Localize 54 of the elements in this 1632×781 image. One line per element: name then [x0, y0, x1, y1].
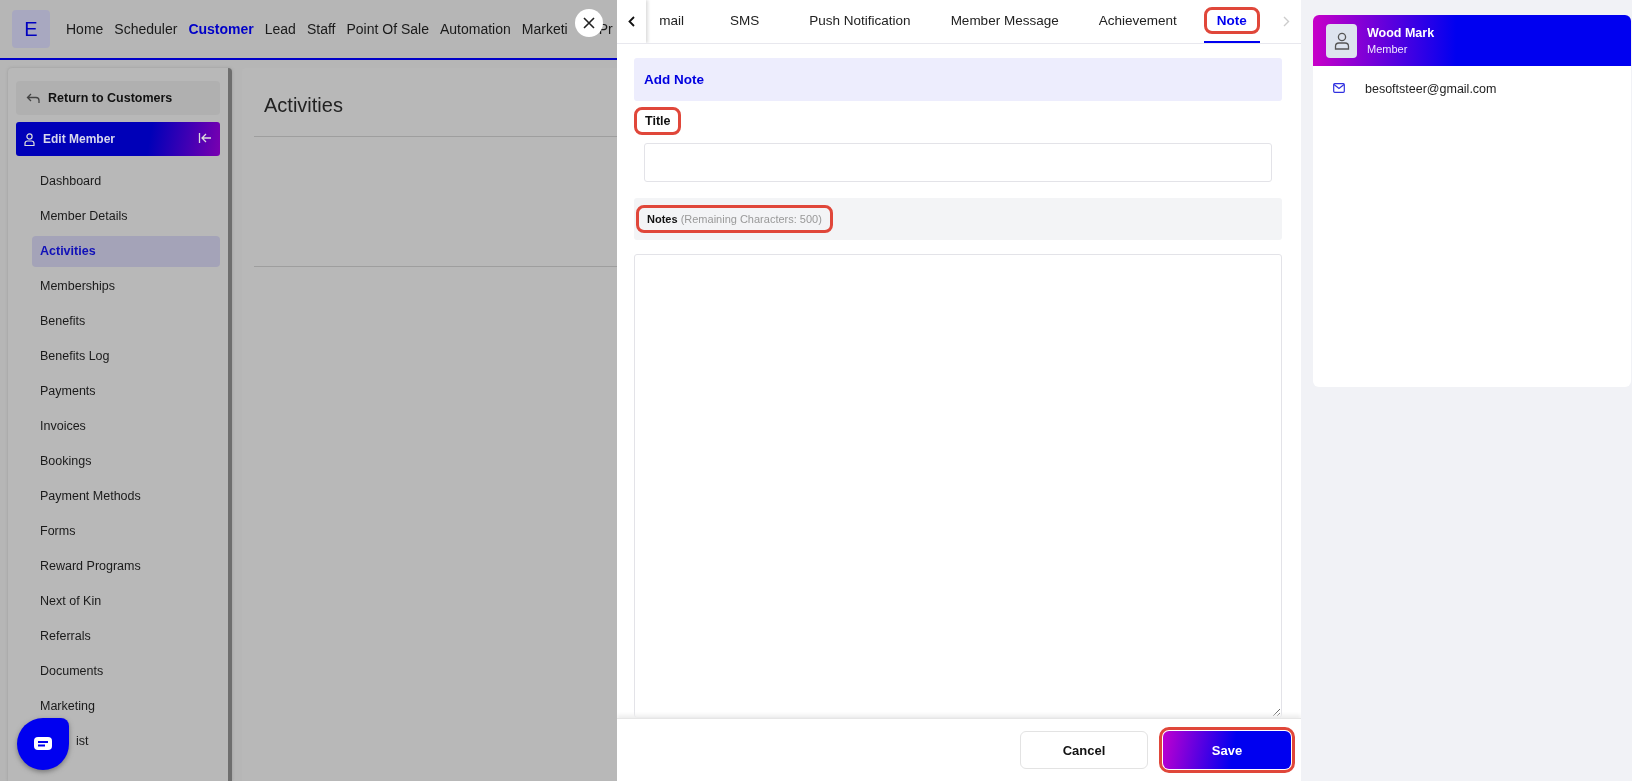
- sidebar-item[interactable]: Member Details: [32, 201, 220, 232]
- notes-field[interactable]: [634, 254, 1282, 719]
- nav-item[interactable]: Automation: [439, 21, 511, 37]
- sidebar-item[interactable]: Marketing: [32, 691, 220, 722]
- sidebar-item[interactable]: Payment Methods: [32, 481, 220, 512]
- nav-item[interactable]: Marketi: [521, 21, 568, 37]
- chat-button[interactable]: [17, 718, 69, 770]
- chat-icon: [33, 736, 53, 752]
- tab[interactable]: Member Message: [937, 0, 1072, 44]
- person-icon: [24, 132, 35, 146]
- chevron-right-icon: [1282, 16, 1290, 28]
- nav-item[interactable]: Customer: [188, 21, 254, 37]
- sidebar-item[interactable]: Bookings: [32, 446, 220, 477]
- sidebar-item[interactable]: Forms: [32, 516, 220, 547]
- nav-item[interactable]: Scheduler: [114, 21, 178, 37]
- tab[interactable]: SMS: [717, 0, 773, 44]
- chevron-left-icon: [628, 16, 636, 28]
- scroll-left-button[interactable]: [617, 0, 647, 44]
- form-heading: Add Note: [634, 58, 1282, 102]
- notes-label: Notes (Remaining Characters: 500): [636, 205, 833, 234]
- sidebar-item[interactable]: ist: [72, 726, 220, 757]
- member-name: Wood Mark: [1367, 26, 1435, 40]
- nav-item[interactable]: Lead: [264, 21, 296, 37]
- tab[interactable]: Push Notification: [796, 0, 924, 44]
- sidebar-item[interactable]: Dashboard: [32, 166, 220, 197]
- sidebar-item[interactable]: Documents: [32, 656, 220, 687]
- sidebar-item[interactable]: Payments: [32, 376, 220, 407]
- nav-item[interactable]: Point Of Sale: [346, 21, 429, 37]
- back-arrow-icon: [26, 92, 40, 104]
- sidebar-item[interactable]: Referrals: [32, 621, 220, 652]
- close-icon: [583, 17, 595, 29]
- tab[interactable]: Achievement: [1085, 0, 1190, 44]
- mail-icon: [1333, 83, 1345, 93]
- member-email[interactable]: besoftsteer@gmail.com: [1365, 82, 1497, 96]
- page-title: Activities: [264, 94, 344, 118]
- return-button[interactable]: Return to Customers: [16, 81, 220, 115]
- sidebar-item[interactable]: Reward Programs: [32, 551, 220, 582]
- sidebar-item[interactable]: Next of Kin: [32, 586, 220, 617]
- person-icon: [1333, 31, 1350, 50]
- sidebar-item[interactable]: Benefits: [32, 306, 220, 337]
- collapse-icon[interactable]: [198, 131, 212, 144]
- app-logo[interactable]: E: [12, 10, 50, 48]
- section-title: Edit Member: [43, 132, 116, 146]
- nav-item[interactable]: Home: [66, 21, 104, 37]
- sidebar-item[interactable]: Memberships: [32, 271, 220, 302]
- title-field[interactable]: [644, 143, 1272, 183]
- nav-item[interactable]: Staff: [306, 21, 336, 37]
- sidebar-item[interactable]: Invoices: [32, 411, 220, 442]
- field-label: Title: [634, 107, 682, 136]
- cancel-button[interactable]: Cancel: [1020, 731, 1148, 770]
- sidebar-item[interactable]: Activities: [32, 236, 220, 267]
- sidebar-item[interactable]: Benefits Log: [32, 341, 220, 372]
- member-role: Member: [1367, 43, 1409, 55]
- tab[interactable]: mail: [646, 0, 698, 44]
